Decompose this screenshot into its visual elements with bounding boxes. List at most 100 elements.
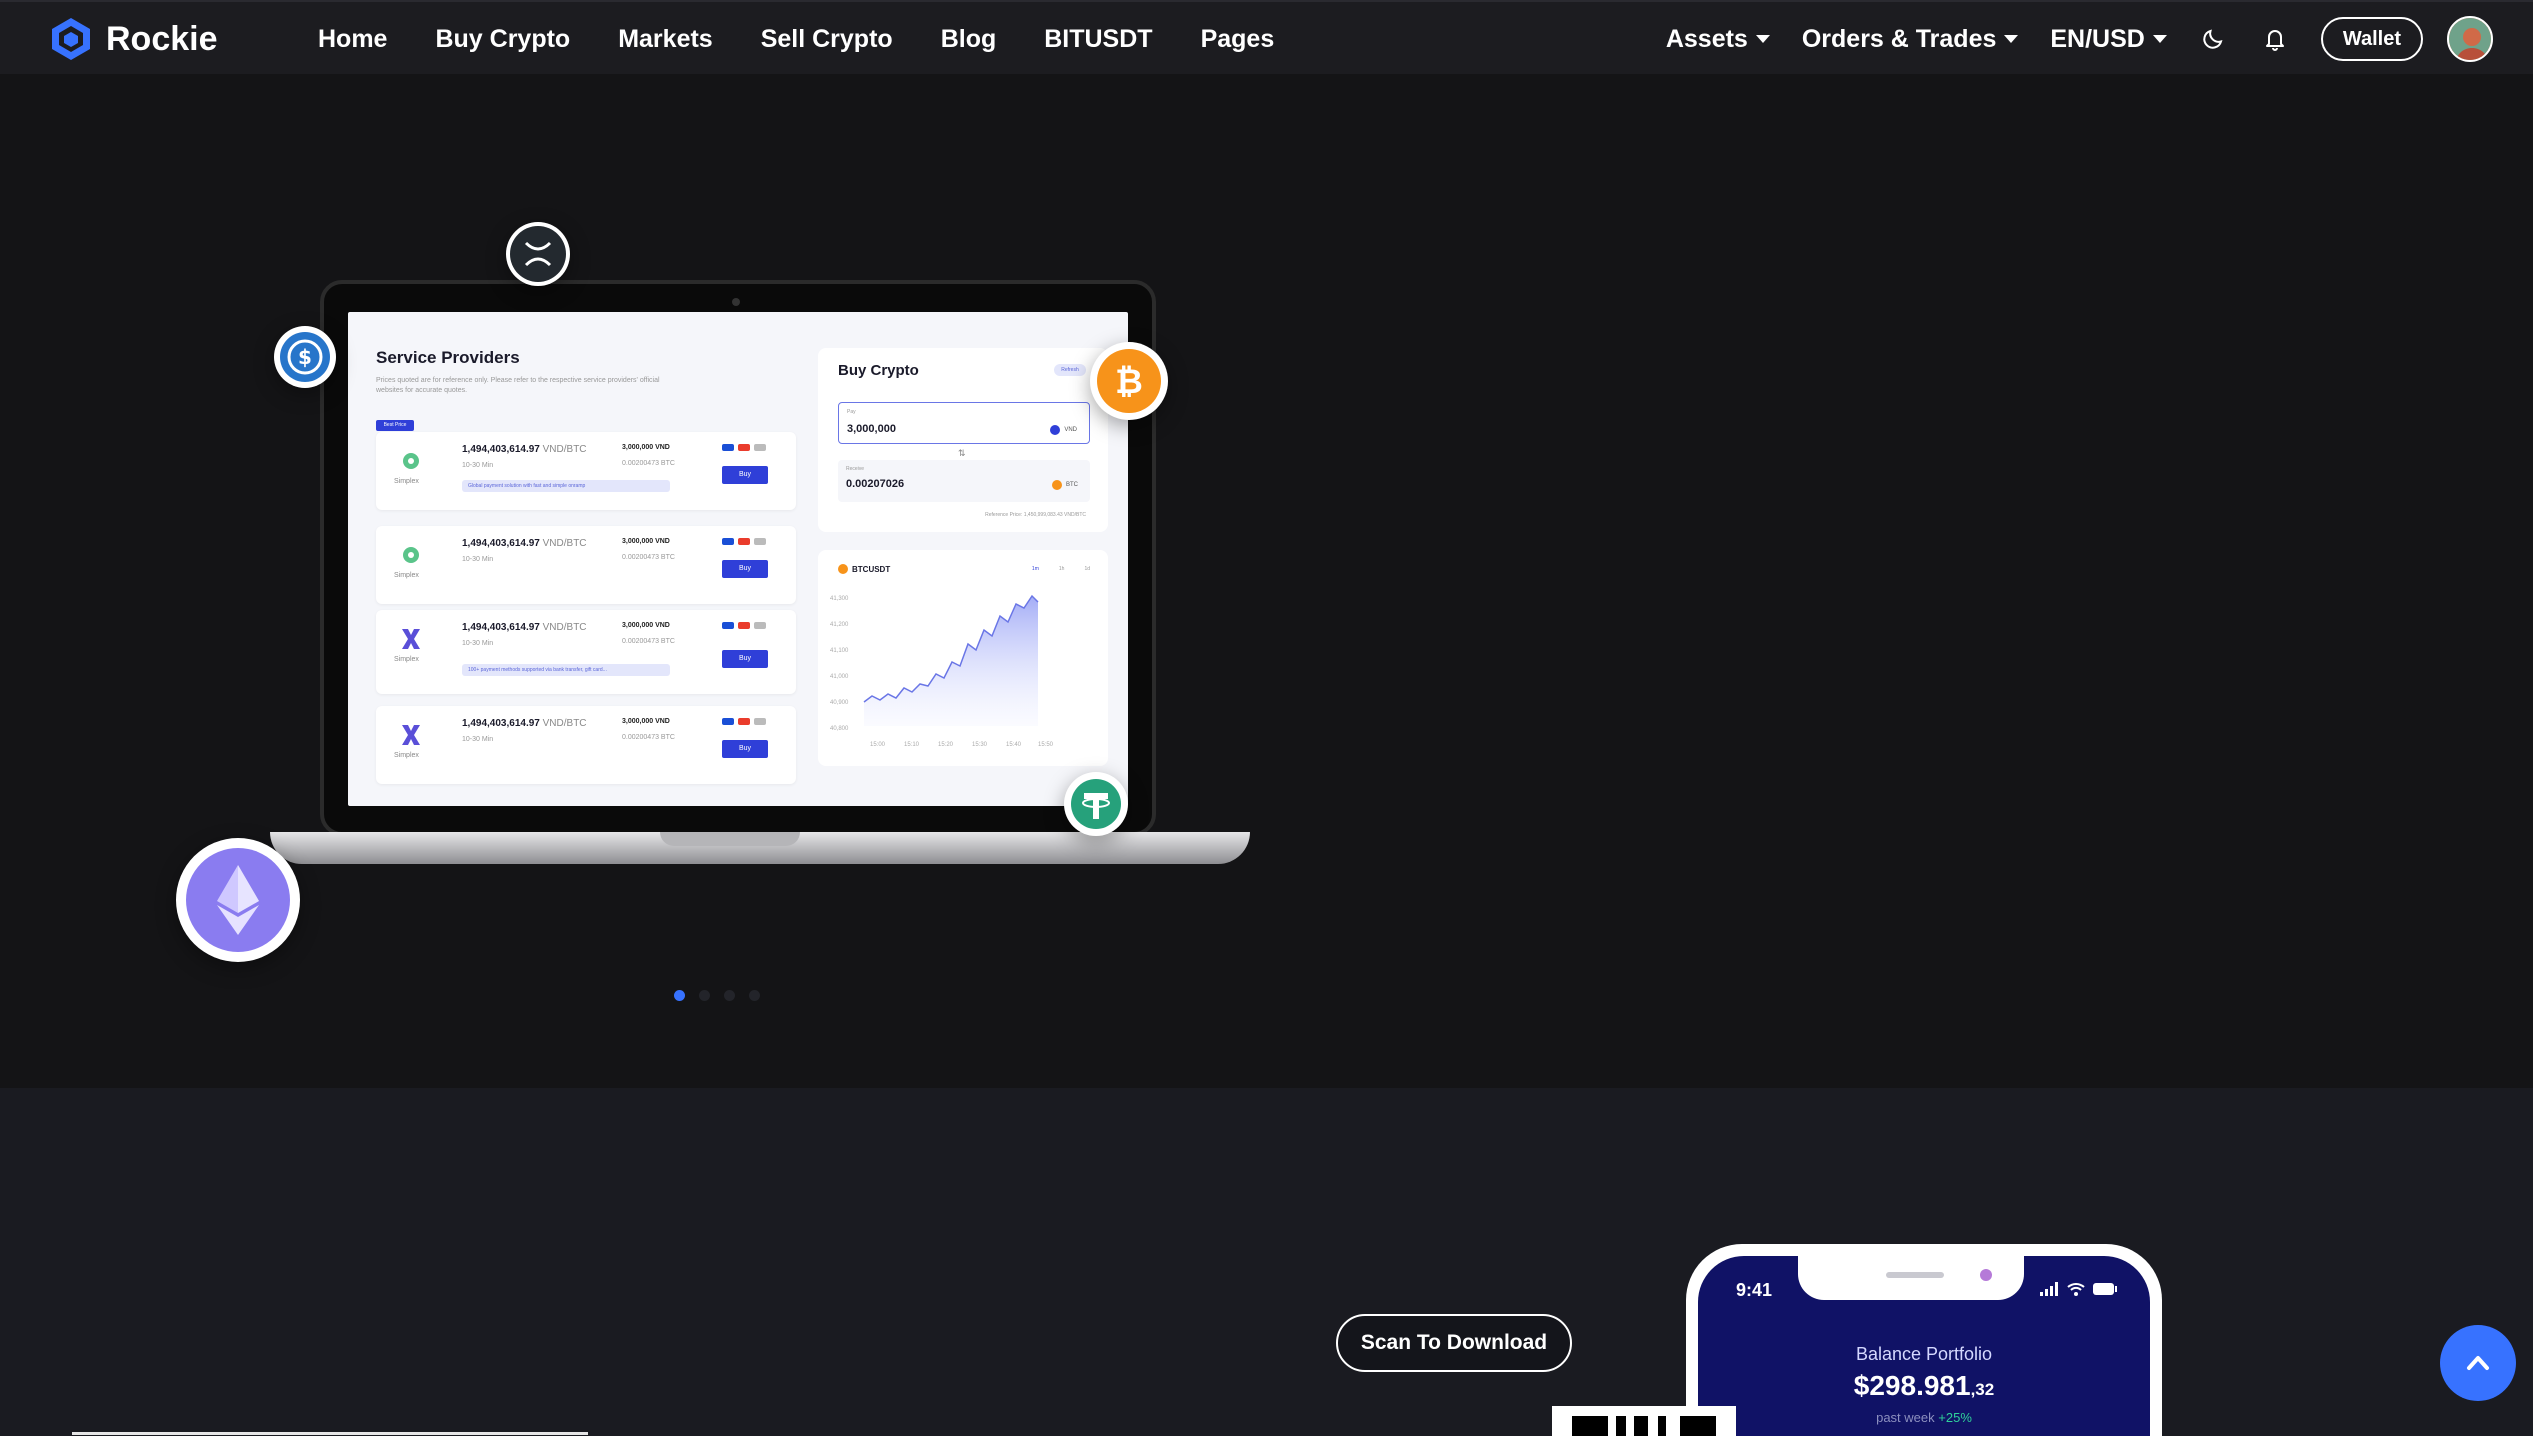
btcusdt-chart-card: BTCUSDT 1m 1h 1d 41,300 41,200 41,100 41… <box>818 550 1108 766</box>
orders-trades-dropdown[interactable]: Orders & Trades <box>1802 25 2019 54</box>
nav-sell-crypto[interactable]: Sell Crypto <box>761 25 893 54</box>
speaker-bar <box>1886 1272 1944 1278</box>
buy-crypto-card: Buy Crypto Refresh Pay 3,000,000 VND ⇅ R… <box>818 348 1108 532</box>
language-currency-dropdown[interactable]: EN/USD <box>2050 24 2167 54</box>
y-tick: 41,000 <box>830 674 849 680</box>
usdc-coin: $ <box>274 326 336 388</box>
laptop-frame: Service Providers Prices quoted are for … <box>320 280 1156 836</box>
receive-currency: BTC <box>1052 480 1078 490</box>
provider-x-logo-icon <box>402 629 420 649</box>
provider-price: 1,494,403,614.97 VND/BTC <box>462 718 587 729</box>
scroll-to-top-button[interactable] <box>2440 1325 2516 1401</box>
provider-name: Simplex <box>394 752 419 759</box>
phone-status-icons <box>2040 1282 2118 1296</box>
usdc-icon: $ <box>280 332 330 382</box>
x-tick: 15:10 <box>904 742 920 748</box>
provider-name: Simplex <box>394 478 419 485</box>
payment-methods <box>722 622 770 629</box>
app-download-section: Scan To Download 9:41 Balance Portfolio … <box>0 1088 2533 1436</box>
provider-name: Simplex <box>394 656 419 663</box>
top-navbar: Rockie Home Buy Crypto Markets Sell Cryp… <box>0 0 2533 74</box>
provider-amount: 3,000,000 VND <box>622 718 670 725</box>
tab-timeframe[interactable]: 1m <box>1032 566 1039 572</box>
assets-dropdown[interactable]: Assets <box>1666 25 1770 54</box>
best-price-tag: Best Price <box>376 420 414 431</box>
y-tick: 41,100 <box>830 648 849 654</box>
xrp-coin <box>506 222 570 286</box>
language-currency-label: EN/USD <box>2050 24 2145 53</box>
x-tick: 15:50 <box>1038 742 1054 748</box>
notifications-button[interactable] <box>2259 23 2291 55</box>
simplex-logo-icon <box>403 547 419 563</box>
provider-price: 1,494,403,614.97 VND/BTC <box>462 538 587 549</box>
ethereum-icon <box>186 848 290 952</box>
balance-portfolio-label: Balance Portfolio <box>1855 1344 1993 1364</box>
nav-buy-crypto[interactable]: Buy Crypto <box>435 25 570 54</box>
ethereum-coin <box>176 838 300 962</box>
svg-text:₿: ₿ <box>1115 362 1143 402</box>
nav-blog[interactable]: Blog <box>941 25 997 54</box>
nav-markets[interactable]: Markets <box>618 25 713 54</box>
tab-timeframe[interactable]: 1d <box>1084 566 1090 572</box>
hero-slider: Service Providers Prices quoted are for … <box>0 74 2533 1088</box>
provider-row: Simplex 1,494,403,614.97 VND/BTC 10-30 M… <box>376 432 796 510</box>
x-tick: 15:40 <box>1006 742 1022 748</box>
provider-note: Global payment solution with fast and si… <box>462 480 670 492</box>
user-avatar[interactable] <box>2447 16 2493 62</box>
chart-symbol: BTCUSDT <box>838 564 890 574</box>
provider-row: Simplex 1,494,403,614.97 VND/BTC 10-30 M… <box>376 610 796 694</box>
avatar-image <box>2449 18 2491 60</box>
orders-trades-dropdown-label: Orders & Trades <box>1801 24 1997 53</box>
slider-pagination <box>674 990 774 1001</box>
logo[interactable]: Rockie <box>48 16 218 62</box>
pay-currency: VND <box>1050 425 1077 435</box>
caret-down-icon <box>2004 35 2019 43</box>
caret-down-icon <box>2152 35 2167 43</box>
pay-input[interactable]: Pay 3,000,000 VND <box>838 402 1090 444</box>
buy-crypto-title: Buy Crypto <box>838 362 919 379</box>
buy-button[interactable]: Buy <box>722 650 768 668</box>
y-tick: 41,200 <box>830 622 849 628</box>
buy-button[interactable]: Buy <box>722 740 768 758</box>
navbar-actions: Assets Orders & Trades EN/USD Wallet <box>1634 2 2493 76</box>
pay-value: 3,000,000 <box>847 423 896 435</box>
moon-icon <box>2203 29 2223 49</box>
phone-screen: 9:41 Balance Portfolio $298.981,32 past … <box>1698 1256 2150 1436</box>
provider-amount: 3,000,000 VND <box>622 444 670 451</box>
nav-bitusdt[interactable]: BITUSDT <box>1044 25 1152 54</box>
provider-name: Simplex <box>394 572 419 579</box>
refresh-badge[interactable]: Refresh <box>1054 364 1086 376</box>
payment-methods <box>722 444 770 451</box>
provider-price: 1,494,403,614.97 VND/BTC <box>462 622 587 633</box>
buy-button[interactable]: Buy <box>722 560 768 578</box>
slider-dot-active[interactable] <box>674 990 685 1001</box>
laptop-mockup: Service Providers Prices quoted are for … <box>170 222 1250 962</box>
payment-methods <box>722 718 770 725</box>
buy-button[interactable]: Buy <box>722 466 768 484</box>
slider-dot[interactable] <box>749 990 760 1001</box>
bitcoin-icon: ₿ <box>1097 349 1161 413</box>
chart-timeframe-tabs: 1m 1h 1d <box>1012 566 1090 572</box>
qr-code <box>1552 1406 1736 1436</box>
price-area-chart: 41,300 41,200 41,100 41,000 40,900 40,80… <box>830 594 1054 748</box>
slider-dot[interactable] <box>724 990 735 1001</box>
bitcoin-coin: ₿ <box>1090 342 1168 420</box>
tether-icon <box>1071 779 1121 829</box>
brand-name: Rockie <box>106 19 218 58</box>
payment-methods <box>722 538 770 545</box>
rockie-logo-icon <box>52 18 90 60</box>
receive-output: Receive 0.00207026 BTC <box>838 460 1090 502</box>
provider-x-logo-icon <box>402 725 420 745</box>
battery-icon <box>2093 1283 2117 1295</box>
balance-portfolio-value: $298.981,32 <box>1853 1370 1995 1401</box>
laptop-screen: Service Providers Prices quoted are for … <box>348 312 1128 806</box>
swap-arrows-icon[interactable]: ⇅ <box>958 448 966 459</box>
theme-toggle-button[interactable] <box>2197 23 2229 55</box>
nav-pages[interactable]: Pages <box>1201 25 1275 54</box>
balance-week-change: past week +25% <box>1876 1410 1972 1425</box>
wallet-button[interactable]: Wallet <box>2320 17 2423 61</box>
slider-dot[interactable] <box>699 990 710 1001</box>
nav-home[interactable]: Home <box>318 25 387 54</box>
tab-timeframe[interactable]: 1h <box>1059 566 1065 572</box>
scan-to-download-button[interactable]: Scan To Download <box>1336 1314 1572 1372</box>
